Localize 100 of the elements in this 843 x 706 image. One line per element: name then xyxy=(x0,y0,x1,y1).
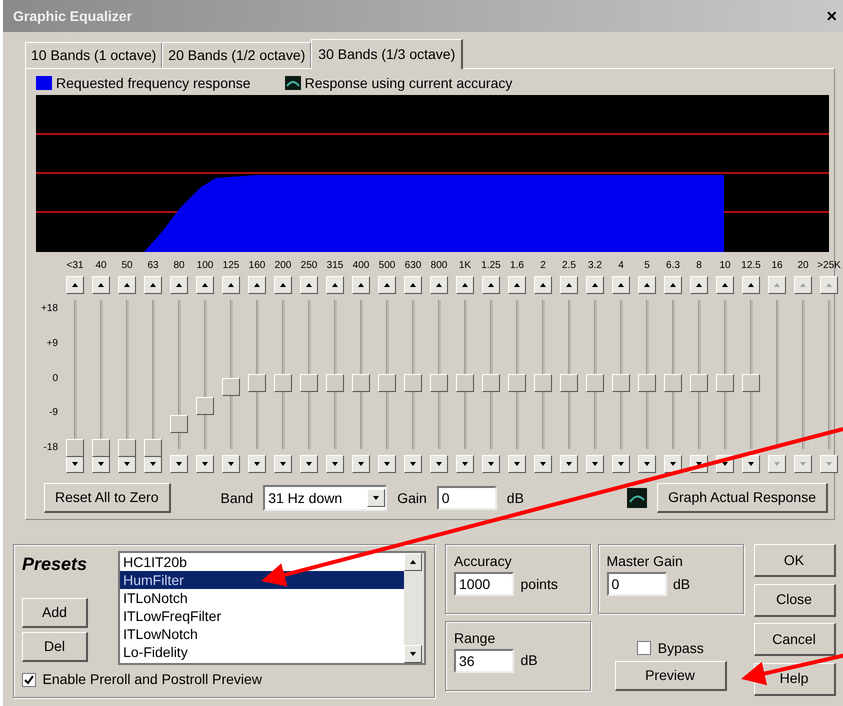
band-up-button[interactable] xyxy=(300,276,318,294)
slider-thumb[interactable] xyxy=(508,374,526,392)
band-up-button[interactable] xyxy=(534,276,552,294)
slider-thumb[interactable] xyxy=(352,374,370,392)
band-up-button[interactable] xyxy=(378,276,396,294)
add-button[interactable]: Add xyxy=(22,598,88,628)
band-up-button[interactable] xyxy=(196,276,214,294)
slider-thumb[interactable] xyxy=(144,439,162,457)
tab[interactable]: 20 Bands (1/2 octave) xyxy=(162,42,312,68)
band-down-button[interactable] xyxy=(352,455,370,473)
gain-field[interactable]: 0 xyxy=(436,486,497,510)
band-down-button[interactable] xyxy=(456,455,474,473)
band-down-button[interactable] xyxy=(196,455,214,473)
band-down-button[interactable] xyxy=(326,455,344,473)
tab[interactable]: 30 Bands (1/3 octave) xyxy=(311,39,464,69)
band-down-button[interactable] xyxy=(534,455,552,473)
band-down-button[interactable] xyxy=(508,455,526,473)
reset-button[interactable]: Reset All to Zero xyxy=(44,483,170,513)
slider-thumb[interactable] xyxy=(378,374,396,392)
value-field[interactable]: 0 xyxy=(606,572,666,596)
band-down-button[interactable] xyxy=(560,455,578,473)
band-up-button[interactable] xyxy=(144,276,162,294)
slider-thumb[interactable] xyxy=(534,374,552,392)
band-down-button[interactable] xyxy=(274,455,292,473)
value-field[interactable]: 36 xyxy=(454,648,514,672)
preset-item[interactable]: ITLoNotch xyxy=(120,589,404,607)
preset-item[interactable]: Lo-Fidelity xyxy=(120,643,404,661)
band-up-button[interactable] xyxy=(430,276,448,294)
band-up-button[interactable] xyxy=(118,276,136,294)
band-down-button[interactable] xyxy=(482,455,500,473)
band-down-button[interactable] xyxy=(404,455,422,473)
preset-item[interactable]: HumFilter xyxy=(120,571,404,589)
slider-thumb[interactable] xyxy=(586,374,604,392)
dialog-button[interactable]: OK xyxy=(754,544,836,577)
dialog-button[interactable]: Cancel xyxy=(754,623,836,656)
band-up-button[interactable] xyxy=(274,276,292,294)
slider-thumb[interactable] xyxy=(742,374,760,392)
slider-thumb[interactable] xyxy=(222,378,240,396)
preset-item[interactable]: HC1IT20b xyxy=(120,553,404,571)
slider-thumb[interactable] xyxy=(196,397,214,416)
band-up-button[interactable] xyxy=(456,276,474,294)
preset-item[interactable]: ITLowNotch xyxy=(120,625,404,643)
band-down-button[interactable] xyxy=(586,455,604,473)
band-up-button[interactable] xyxy=(248,276,266,294)
band-up-button[interactable] xyxy=(482,276,500,294)
slider-thumb[interactable] xyxy=(482,374,500,392)
band-up-button[interactable] xyxy=(92,276,110,294)
slider-thumb[interactable] xyxy=(638,374,656,392)
band-up-button[interactable] xyxy=(170,276,188,294)
preview-button[interactable]: Preview xyxy=(614,660,726,690)
presets-list[interactable]: HC1IT20b HumFilter ITLoNotch ITLowFreqFilter ITLowNotch Lo-Fidelity xyxy=(118,551,426,665)
band-up-button[interactable] xyxy=(222,276,240,294)
band-down-button[interactable] xyxy=(664,455,682,473)
band-down-button[interactable] xyxy=(378,455,396,473)
band-up-button[interactable] xyxy=(638,276,656,294)
band-down-button[interactable] xyxy=(430,455,448,473)
slider-thumb[interactable] xyxy=(92,439,110,457)
band-down-button[interactable] xyxy=(300,455,318,473)
close-button[interactable]: × xyxy=(826,7,837,25)
band-up-button[interactable] xyxy=(326,276,344,294)
slider-thumb[interactable] xyxy=(612,374,630,392)
slider-thumb[interactable] xyxy=(690,374,708,392)
delete-button[interactable]: Del xyxy=(22,632,88,662)
graph-response-button[interactable]: Graph Actual Response xyxy=(657,483,828,513)
band-down-button[interactable] xyxy=(170,455,188,473)
scroll-down-button[interactable] xyxy=(404,645,422,663)
band-up-button[interactable] xyxy=(560,276,578,294)
slider-thumb[interactable] xyxy=(560,374,578,392)
slider-thumb[interactable] xyxy=(716,374,734,392)
slider-thumb[interactable] xyxy=(170,415,188,434)
band-down-button[interactable] xyxy=(248,455,266,473)
band-up-button[interactable] xyxy=(742,276,760,294)
slider-thumb[interactable] xyxy=(404,374,422,392)
dialog-button[interactable]: Close xyxy=(754,584,836,616)
slider-thumb[interactable] xyxy=(664,374,682,392)
preroll-checkbox[interactable] xyxy=(22,672,36,686)
band-up-button[interactable] xyxy=(586,276,604,294)
band-up-button[interactable] xyxy=(612,276,630,294)
slider-thumb[interactable] xyxy=(300,374,318,392)
slider-thumb[interactable] xyxy=(326,374,344,392)
slider-thumb[interactable] xyxy=(248,374,266,392)
band-up-button[interactable] xyxy=(716,276,734,294)
band-up-button[interactable] xyxy=(404,276,422,294)
preset-item[interactable]: ITLowFreqFilter xyxy=(120,607,404,625)
band-up-button[interactable] xyxy=(66,276,84,294)
scroll-up-button[interactable] xyxy=(404,553,422,571)
slider-thumb[interactable] xyxy=(274,374,292,392)
value-field[interactable]: 1000 xyxy=(454,572,514,596)
slider-thumb[interactable] xyxy=(66,439,84,457)
band-up-button[interactable] xyxy=(690,276,708,294)
slider-thumb[interactable] xyxy=(456,374,474,392)
band-down-button[interactable] xyxy=(742,455,760,473)
bypass-checkbox[interactable] xyxy=(637,641,652,655)
slider-thumb[interactable] xyxy=(118,439,136,457)
band-up-button[interactable] xyxy=(508,276,526,294)
slider-thumb[interactable] xyxy=(430,374,448,392)
band-up-button[interactable] xyxy=(664,276,682,294)
band-down-button[interactable] xyxy=(638,455,656,473)
band-down-button[interactable] xyxy=(612,455,630,473)
band-up-button[interactable] xyxy=(352,276,370,294)
